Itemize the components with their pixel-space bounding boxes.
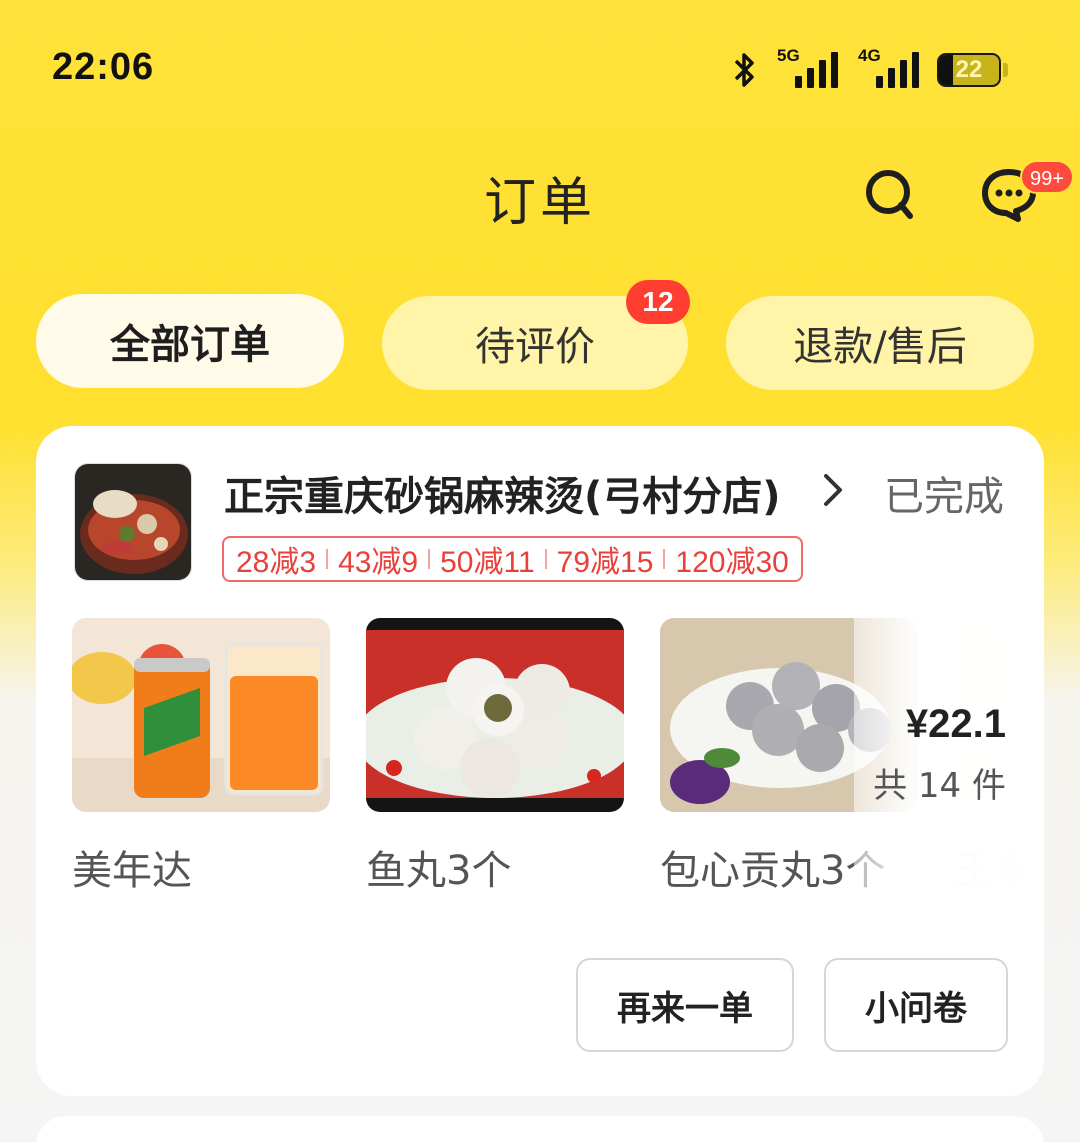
promo-tag: 43减9 [338,546,419,579]
tab-refund-aftersale[interactable]: 退款/售后 [726,296,1034,390]
bluetooth-icon [734,53,754,87]
shop-thumbnail[interactable] [74,463,192,581]
message-badge: 99+ [1020,160,1074,194]
order-item-count: 共 14 件 [873,766,1006,806]
survey-button[interactable]: 小问卷 [824,958,1008,1052]
item-name: 鱼丸3个 [366,848,512,894]
battery-level: 22 [955,56,983,83]
promo-tag: 79减15 [556,546,654,579]
status-icons: 5G 4G 22 [733,46,1008,92]
promo-tags: 28减3 43减9 50减11 79减15 120减30 [222,536,803,582]
search-icon[interactable] [862,166,918,222]
order-item[interactable]: 美年达 [72,618,330,896]
tab-all-orders[interactable]: 全部订单 [36,294,344,388]
promo-tag: 28减3 [236,546,317,579]
network-label-5g: 5G [777,46,800,65]
page-title: 订单 [483,173,596,233]
network-label-4g: 4G [858,46,881,65]
signal-icon: 5G [775,46,838,88]
item-image [72,618,330,812]
order-total-price: ¥22.1 [905,702,1006,746]
battery-icon: 22 [937,53,1001,87]
promo-tag: 120减30 [675,546,789,579]
chevron-right-icon[interactable] [818,470,848,510]
order-card[interactable]: 正宗重庆砂锅麻辣烫(弓村分店) 已完成 28减3 43减9 50减11 79减1… [36,426,1044,1096]
signal-icon-2: 4G [856,46,919,88]
item-name: 美年达 [72,848,192,894]
status-bar: 22:06 5G 4G 22 [0,0,1080,130]
pending-review-badge: 12 [626,280,690,324]
order-item[interactable]: 鱼丸3个 [366,618,624,896]
status-time: 22:06 [52,46,155,88]
order-status: 已完成 [884,474,1004,520]
promo-tag: 50减11 [440,546,535,579]
item-image [366,618,624,812]
reorder-button[interactable]: 再来一单 [576,958,794,1052]
shop-name[interactable]: 正宗重庆砂锅麻辣烫(弓村分店) [224,464,794,522]
next-order-card[interactable] [36,1116,1044,1142]
